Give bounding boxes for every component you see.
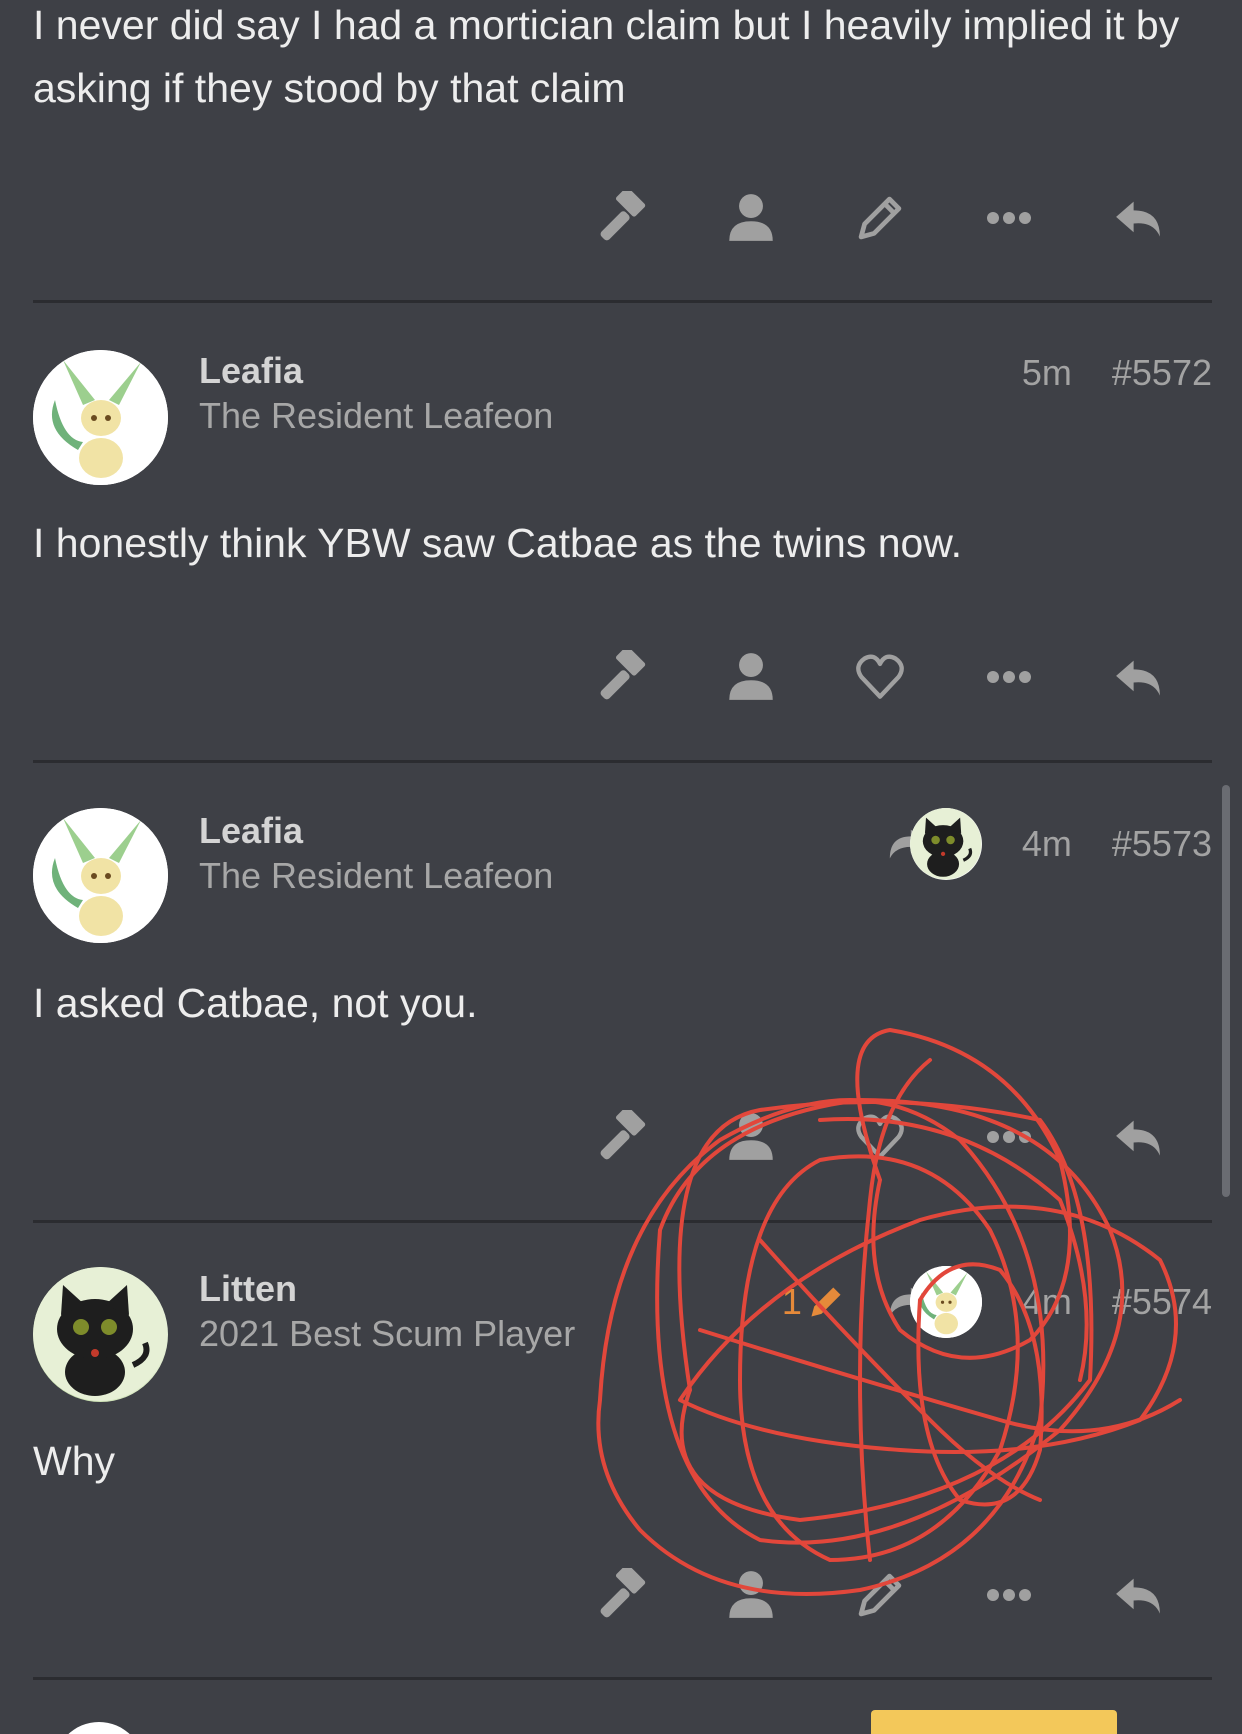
avatar[interactable] <box>33 808 168 943</box>
ellipsis-icon[interactable] <box>944 183 1073 253</box>
post-number[interactable]: #5574 <box>1112 1281 1212 1323</box>
scrollbar[interactable] <box>1222 785 1230 1197</box>
pencil-icon[interactable] <box>815 1560 944 1630</box>
reply-icon[interactable] <box>1073 183 1202 253</box>
post-actions <box>557 1102 1202 1172</box>
post-time[interactable]: 4m <box>1022 1281 1072 1323</box>
pencil-icon <box>811 1287 841 1317</box>
avatar[interactable] <box>33 1267 168 1402</box>
next-post-avatar[interactable] <box>54 1722 144 1734</box>
edit-indicator[interactable]: 1 <box>782 1281 846 1323</box>
ellipsis-icon[interactable] <box>944 642 1073 712</box>
user-icon[interactable] <box>686 183 815 253</box>
gavel-icon[interactable] <box>557 642 686 712</box>
post-divider <box>33 300 1212 303</box>
reply-icon[interactable] <box>1073 642 1202 712</box>
post-time[interactable]: 5m <box>1022 352 1072 394</box>
post-number[interactable]: #5573 <box>1112 823 1212 865</box>
user-icon[interactable] <box>686 1560 815 1630</box>
user-icon[interactable] <box>686 642 815 712</box>
reply-to-avatar[interactable] <box>909 808 982 880</box>
heart-icon[interactable] <box>815 642 944 712</box>
user-icon[interactable] <box>686 1102 815 1172</box>
username[interactable]: Litten <box>199 1268 297 1310</box>
post-meta: 1 4m #5574 <box>782 1266 1212 1338</box>
new-replies-button[interactable] <box>871 1710 1117 1734</box>
post-divider <box>33 1677 1212 1680</box>
user-title: The Resident Leafeon <box>199 855 554 896</box>
heart-icon[interactable] <box>815 1102 944 1172</box>
post-body: Why <box>33 1438 115 1484</box>
post-number[interactable]: #5572 <box>1112 352 1212 394</box>
reply-icon[interactable] <box>1073 1560 1202 1630</box>
reply-to-indicator[interactable] <box>886 1266 982 1338</box>
avatar[interactable] <box>33 350 168 485</box>
post-body: I honestly think YBW saw Catbae as the t… <box>33 520 963 566</box>
post-time[interactable]: 4m <box>1022 823 1072 865</box>
post-actions <box>557 1560 1202 1630</box>
ellipsis-icon[interactable] <box>944 1560 1073 1630</box>
gavel-icon[interactable] <box>557 1560 686 1630</box>
user-title: 2021 Best Scum Player <box>199 1313 576 1354</box>
post-body: I never did say I had a mortician claim … <box>33 2 1180 111</box>
post-divider <box>33 760 1212 763</box>
reply-to-avatar[interactable] <box>909 1266 982 1338</box>
username[interactable]: Leafia <box>199 350 303 392</box>
post-divider <box>33 1220 1212 1223</box>
post-meta: 5m #5572 <box>1022 352 1212 394</box>
edit-count: 1 <box>781 1281 802 1322</box>
post-body: I asked Catbae, not you. <box>33 980 478 1026</box>
gavel-icon[interactable] <box>557 1102 686 1172</box>
post-actions <box>557 642 1202 712</box>
reply-to-indicator[interactable] <box>886 808 982 880</box>
ellipsis-icon[interactable] <box>944 1102 1073 1172</box>
pencil-icon[interactable] <box>815 183 944 253</box>
username[interactable]: Leafia <box>199 810 303 852</box>
reply-icon[interactable] <box>1073 1102 1202 1172</box>
post-actions <box>557 183 1202 253</box>
post-meta: 4m #5573 <box>886 808 1212 880</box>
gavel-icon[interactable] <box>557 183 686 253</box>
user-title: The Resident Leafeon <box>199 395 554 436</box>
